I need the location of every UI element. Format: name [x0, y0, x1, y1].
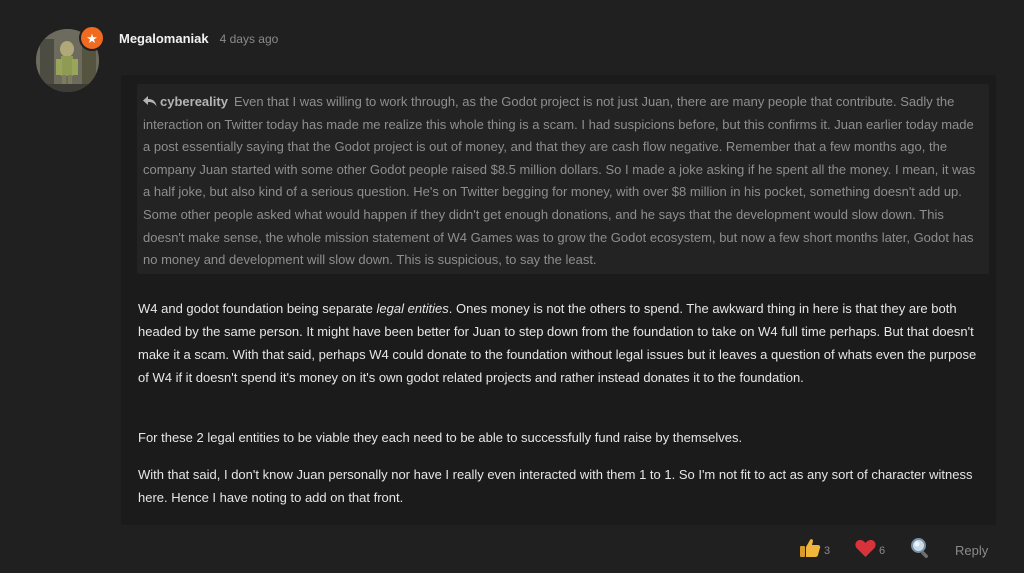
quote-author-name: cybereality [160, 94, 228, 109]
heart-icon [855, 539, 876, 557]
like-count: 3 [824, 545, 831, 557]
star-icon: ★ [79, 25, 105, 51]
post-timestamp[interactable]: 4 days ago [220, 32, 279, 46]
quote-author-link[interactable]: cybereality [143, 94, 228, 109]
forum-post: ★ Megalomaniak 4 days ago cybereality Eve… [0, 0, 1024, 573]
quote-text-container: cybereality Even that I was willing to wo… [143, 91, 977, 272]
reply-paragraph-2: For these 2 legal entities to be viable … [138, 430, 743, 445]
like-button[interactable]: 3 [800, 538, 830, 558]
love-count: 6 [879, 545, 886, 557]
reply-p1-emphasis: legal entities [376, 301, 449, 316]
post-header: Megalomaniak 4 days ago [119, 31, 278, 46]
reply-paragraph-3: With that said, I don't know Juan person… [138, 467, 973, 505]
thumbs-up-icon [800, 539, 821, 557]
reply-arrow-icon [143, 96, 157, 107]
reply-p1-start: W4 and godot foundation being separate [138, 301, 377, 316]
reply-button[interactable]: Reply [955, 543, 988, 558]
magnifier-icon [911, 538, 929, 559]
avatar-container[interactable]: ★ [36, 25, 105, 92]
post-actions: 3 6 Reply [0, 535, 1024, 565]
username-link[interactable]: Megalomaniak [119, 31, 209, 46]
love-button[interactable]: 6 [855, 539, 885, 558]
post-body: cybereality Even that I was willing to wo… [121, 75, 996, 525]
quote-text: Even that I was willing to work through,… [143, 94, 976, 268]
search-button[interactable] [910, 537, 932, 559]
reply-paragraph-1: W4 and godot foundation being separate l… [138, 297, 988, 389]
quote-block: cybereality Even that I was willing to wo… [137, 84, 989, 274]
